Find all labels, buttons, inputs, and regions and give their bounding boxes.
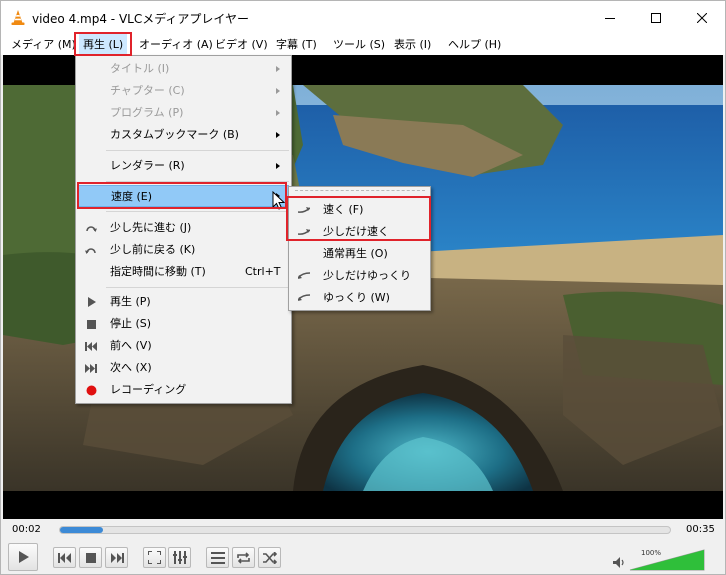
record-icon (85, 384, 97, 396)
maximize-icon (651, 12, 661, 23)
menu-separator (106, 287, 289, 288)
submenu-arrow-icon (276, 132, 280, 138)
menu-item-custom-bookmark[interactable]: カスタムブックマーク (B) (78, 124, 289, 146)
menu-item-renderer[interactable]: レンダラー (R) (78, 155, 289, 177)
menu-separator (106, 150, 289, 151)
menu-item-next[interactable]: 次へ (X) (78, 357, 289, 379)
menu-item-speed[interactable]: 速度 (E) (78, 185, 289, 207)
menu-item-faster[interactable]: 速く (F) (291, 199, 428, 221)
minimize-button[interactable] (587, 1, 633, 34)
elapsed-time: 00:02 (12, 524, 41, 535)
faster-fine-icon (298, 226, 310, 238)
next-button[interactable] (105, 547, 128, 568)
shuffle-button[interactable] (258, 547, 281, 568)
stop-button[interactable] (79, 547, 102, 568)
equalizer-icon (172, 551, 187, 564)
previous-button[interactable] (53, 547, 76, 568)
menu-item-previous[interactable]: 前へ (V) (78, 335, 289, 357)
slower-icon (298, 292, 310, 304)
slower-fine-icon (298, 270, 310, 282)
menu-item-program: プログラム (P) (78, 102, 289, 124)
menu-separator (106, 211, 289, 212)
faster-icon (298, 204, 310, 216)
previous-icon (57, 552, 71, 563)
menu-separator (106, 181, 289, 182)
submenu-arrow-icon (276, 66, 280, 72)
menu-item-goto-time[interactable]: 指定時間に移動 (T) Ctrl+T (78, 261, 289, 283)
control-panel: 00:02 00:35 100% (1, 519, 725, 574)
seek-bar[interactable] (59, 526, 671, 534)
submenu-arrow-icon (276, 163, 280, 169)
menu-item-faster-fine[interactable]: 少しだけ速く (291, 221, 428, 243)
stop-icon (85, 318, 97, 330)
maximize-button[interactable] (633, 1, 679, 34)
menu-audio[interactable]: オーディオ (A) (135, 34, 217, 55)
menu-help[interactable]: ヘルプ (H) (444, 34, 505, 55)
volume-slider[interactable] (629, 549, 705, 571)
menu-playback[interactable]: 再生 (L) (79, 34, 128, 55)
window-title: video 4.mp4 - VLCメディアプレイヤー (32, 12, 250, 26)
playback-menu: タイトル (I) チャプター (C) プログラム (P) カスタムブックマーク … (75, 55, 292, 404)
next-icon (110, 552, 124, 563)
total-time: 00:35 (686, 524, 715, 535)
fullscreen-button[interactable] (143, 547, 166, 568)
close-button[interactable] (679, 1, 725, 34)
loop-button[interactable] (232, 547, 255, 568)
menu-item-chapter: チャプター (C) (78, 80, 289, 102)
next-icon (85, 362, 97, 374)
menu-subtitle[interactable]: 字幕 (T) (272, 34, 321, 55)
speaker-icon[interactable] (613, 557, 625, 568)
play-icon (19, 551, 29, 563)
playlist-button[interactable] (206, 547, 229, 568)
extended-settings-button[interactable] (168, 547, 191, 568)
menu-tools[interactable]: ツール (S) (329, 34, 389, 55)
mouse-cursor-icon (272, 191, 286, 210)
jump-back-icon (85, 244, 97, 256)
shortcut-goto-time: Ctrl+T (245, 265, 281, 278)
speed-submenu: 速く (F) 少しだけ速く 通常再生 (O) 少しだけゆっくり ゆっくり (W) (288, 186, 431, 311)
menu-item-slower[interactable]: ゆっくり (W) (291, 287, 428, 309)
menu-item-stop[interactable]: 停止 (S) (78, 313, 289, 335)
stop-icon (85, 552, 96, 563)
menu-item-normal-speed[interactable]: 通常再生 (O) (291, 243, 428, 265)
previous-icon (85, 340, 97, 352)
submenu-arrow-icon (276, 110, 280, 116)
vlc-cone-icon (11, 10, 25, 25)
menu-item-jump-back[interactable]: 少し前に戻る (K) (78, 239, 289, 261)
shuffle-icon (262, 551, 277, 564)
loop-icon (237, 551, 250, 564)
fullscreen-icon (148, 551, 161, 564)
menu-video[interactable]: ビデオ (V) (211, 34, 272, 55)
seek-progress (60, 527, 103, 533)
play-icon (85, 296, 97, 308)
menu-media[interactable]: メディア (M) (7, 34, 80, 55)
menu-item-recording[interactable]: レコーディング (78, 379, 289, 401)
menu-item-jump-forward[interactable]: 少し先に進む (J) (78, 217, 289, 239)
menu-item-slower-fine[interactable]: 少しだけゆっくり (291, 265, 428, 287)
playlist-icon (210, 551, 225, 564)
menu-item-play[interactable]: 再生 (P) (78, 291, 289, 313)
menu-bar: メディア (M) 再生 (L) オーディオ (A) ビデオ (V) 字幕 (T)… (1, 34, 725, 55)
minimize-icon (605, 17, 615, 19)
title-bar: video 4.mp4 - VLCメディアプレイヤー (1, 1, 725, 34)
menu-item-title: タイトル (I) (78, 58, 289, 80)
close-icon (697, 12, 707, 23)
menu-view[interactable]: 表示 (I) (390, 34, 435, 55)
play-button[interactable] (8, 543, 38, 571)
jump-forward-icon (85, 222, 97, 234)
submenu-arrow-icon (276, 88, 280, 94)
vlc-window: video 4.mp4 - VLCメディアプレイヤー メディア (M) 再生 (… (0, 0, 726, 575)
tear-off-line (295, 190, 425, 191)
